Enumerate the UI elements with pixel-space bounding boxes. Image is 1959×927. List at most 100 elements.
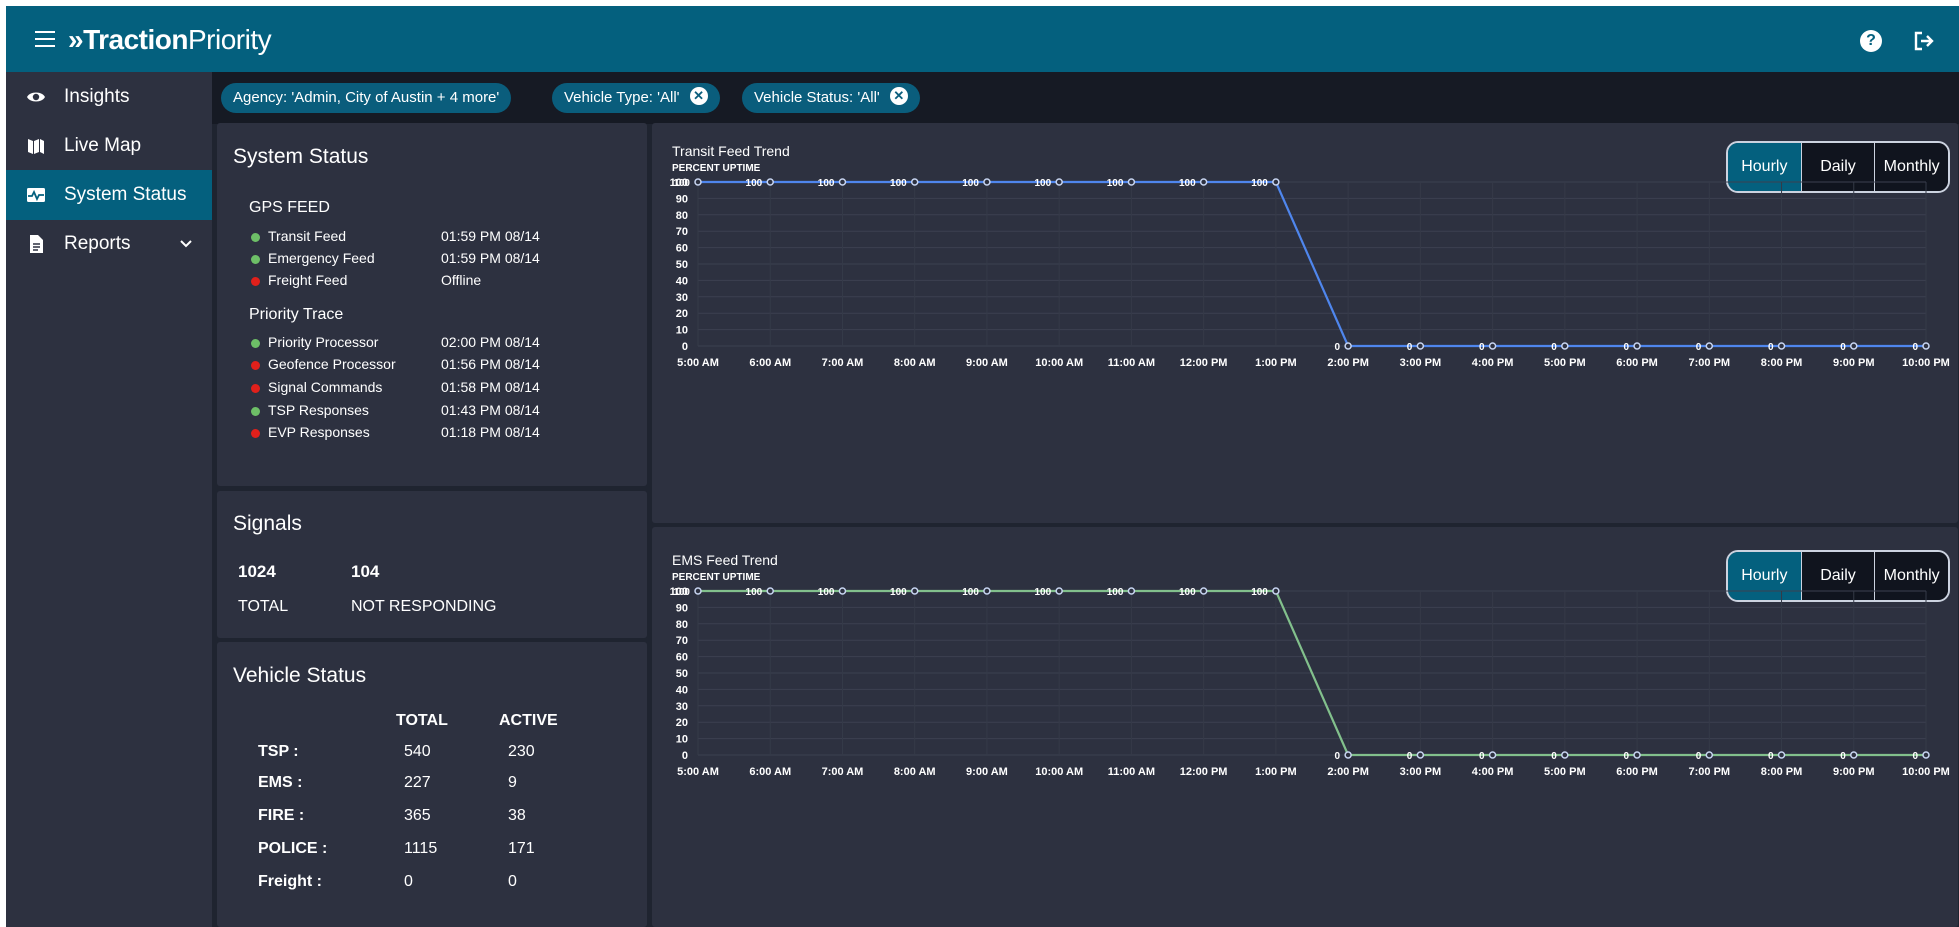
data-point[interactable] (1416, 751, 1425, 759)
data-label: 0 (1407, 342, 1413, 353)
x-tick-label: 9:00 PM (1833, 357, 1875, 369)
y-tick-label: 0 (682, 750, 688, 762)
filter-bar: Agency: 'Admin, City of Austin + 4 more'… (212, 72, 1959, 124)
data-point[interactable] (1344, 751, 1352, 759)
sidebar-item-system-status[interactable]: System Status (6, 170, 212, 220)
filter-chip-vehicle-status[interactable]: Vehicle Status: 'All' ✕ (742, 83, 920, 113)
data-point[interactable] (1055, 178, 1063, 186)
data-label: 0 (1335, 751, 1341, 762)
y-tick-label: 60 (676, 652, 688, 664)
status-dot (251, 384, 260, 393)
x-tick-label: 4:00 PM (1472, 357, 1514, 369)
x-tick-label: 10:00 PM (1902, 357, 1950, 369)
vehicle-col-total: TOTAL (396, 712, 448, 729)
data-point[interactable] (694, 587, 702, 595)
x-tick-label: 6:00 AM (749, 357, 791, 369)
status-row: Signal Commands 01:58 PM 08/14 (251, 379, 551, 397)
data-label: 0 (1479, 342, 1485, 353)
y-tick-label: 50 (676, 259, 688, 271)
x-tick-label: 9:00 PM (1833, 766, 1875, 778)
logout-icon[interactable] (1912, 30, 1934, 52)
x-tick-label: 1:00 PM (1255, 357, 1297, 369)
data-point[interactable] (1705, 751, 1714, 759)
x-tick-label: 2:00 PM (1327, 357, 1369, 369)
data-point[interactable] (910, 587, 919, 595)
status-time: 01:43 PM 08/14 (441, 402, 540, 418)
filter-chip-vehicle-type[interactable]: Vehicle Type: 'All' ✕ (552, 83, 720, 113)
vehicle-col-active: ACTIVE (499, 712, 558, 729)
sidebar-item-insights[interactable]: Insights (6, 72, 212, 122)
x-tick-label: 5:00 PM (1544, 766, 1586, 778)
clear-filter-icon[interactable]: ✕ (889, 87, 908, 106)
data-point[interactable] (1272, 178, 1280, 186)
clear-filter-icon[interactable]: ✕ (689, 87, 708, 106)
y-tick-label: 90 (676, 602, 688, 614)
data-label: 0 (1840, 751, 1846, 762)
data-label: 100 (962, 178, 979, 189)
data-point[interactable] (1850, 342, 1858, 350)
data-point[interactable] (694, 178, 702, 186)
data-point[interactable] (1127, 587, 1136, 595)
data-point[interactable] (1488, 751, 1497, 759)
panel-title: Vehicle Status (233, 664, 367, 687)
data-point[interactable] (766, 587, 774, 595)
hamburger-menu-icon[interactable] (35, 31, 55, 47)
data-point[interactable] (1922, 342, 1930, 350)
status-row: Transit Feed 01:59 PM 08/14 (251, 228, 551, 246)
x-tick-label: 10:00 PM (1902, 766, 1950, 778)
status-label: Priority Processor (268, 334, 379, 350)
data-point[interactable] (1922, 751, 1930, 759)
data-point[interactable] (1488, 342, 1497, 350)
data-point[interactable] (1561, 342, 1569, 350)
vehicle-row-total: 365 (404, 807, 431, 824)
data-point[interactable] (1633, 342, 1641, 350)
data-point[interactable] (1850, 751, 1858, 759)
help-icon[interactable]: ? (1860, 30, 1882, 52)
data-point[interactable] (838, 178, 847, 186)
filter-chip-agency[interactable]: Agency: 'Admin, City of Austin + 4 more' (221, 83, 512, 113)
status-row: Freight Feed Offline (251, 272, 551, 290)
data-point[interactable] (983, 178, 991, 186)
y-tick-label: 80 (676, 619, 688, 631)
data-point[interactable] (1199, 178, 1208, 186)
y-tick-label: 30 (676, 701, 688, 713)
data-label: 100 (673, 587, 690, 598)
x-tick-label: 9:00 AM (966, 357, 1008, 369)
vehicle-row-active: 9 (508, 774, 517, 791)
data-point[interactable] (838, 587, 847, 595)
x-tick-label: 4:00 PM (1472, 766, 1514, 778)
data-point[interactable] (1055, 587, 1063, 595)
data-point[interactable] (1705, 342, 1714, 350)
status-dot (251, 255, 260, 264)
data-point[interactable] (1344, 342, 1352, 350)
data-label: 100 (1107, 178, 1124, 189)
data-point[interactable] (910, 178, 919, 186)
x-tick-label: 5:00 AM (677, 357, 719, 369)
data-point[interactable] (766, 178, 774, 186)
app-window: »TractionPriority ? Insights Live Map Sy… (6, 6, 1959, 927)
data-point[interactable] (983, 587, 991, 595)
data-label: 0 (1407, 751, 1413, 762)
data-point[interactable] (1272, 587, 1280, 595)
x-tick-label: 2:00 PM (1327, 766, 1369, 778)
sidebar-item-reports[interactable]: Reports (6, 219, 212, 269)
x-tick-label: 8:00 PM (1761, 357, 1803, 369)
y-tick-label: 90 (676, 193, 688, 205)
data-point[interactable] (1777, 342, 1786, 350)
data-point[interactable] (1633, 751, 1641, 759)
logo-light-text: Priority (187, 24, 272, 55)
y-tick-label: 70 (676, 226, 688, 238)
chevron-down-icon[interactable] (179, 237, 193, 251)
vehicle-row-total: 1115 (404, 840, 438, 857)
panel-title: Signals (233, 512, 302, 535)
data-point[interactable] (1777, 751, 1786, 759)
data-point[interactable] (1416, 342, 1425, 350)
sidebar-item-live-map[interactable]: Live Map (6, 121, 212, 171)
data-label: 0 (1768, 342, 1774, 353)
data-point[interactable] (1561, 751, 1569, 759)
data-point[interactable] (1127, 178, 1136, 186)
vehicle-row-label: EMS : (258, 774, 303, 791)
document-icon (30, 235, 43, 253)
y-tick-label: 30 (676, 292, 688, 304)
data-point[interactable] (1199, 587, 1208, 595)
